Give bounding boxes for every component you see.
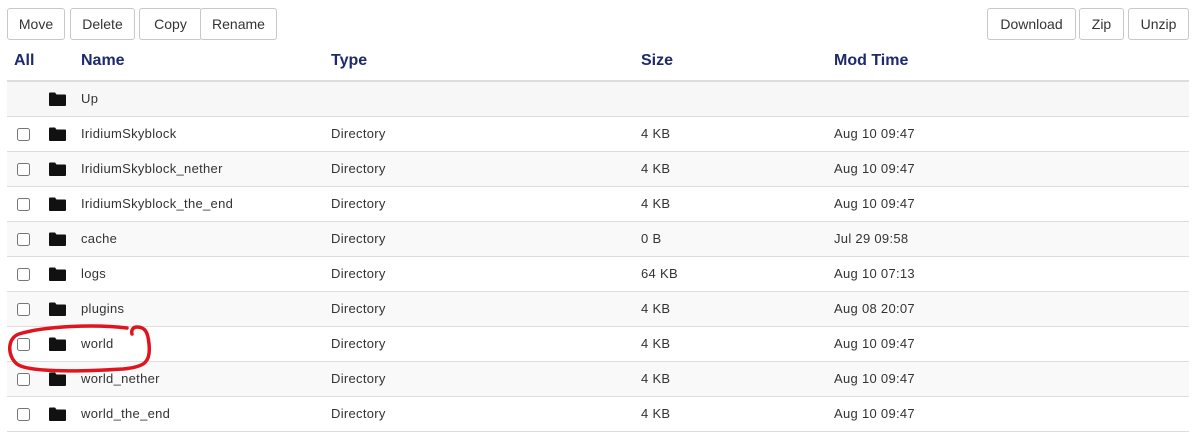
- folder-icon: [49, 127, 66, 141]
- row-checkbox[interactable]: [17, 268, 30, 281]
- folder-icon: [49, 197, 66, 211]
- toolbar: Move Delete Copy Rename Download Zip Unz…: [7, 8, 1189, 42]
- file-mod-time: Aug 10 09:47: [834, 371, 915, 386]
- row-checkbox[interactable]: [17, 198, 30, 211]
- folder-icon: [49, 162, 66, 176]
- file-name[interactable]: logs: [81, 257, 106, 291]
- file-mod-time: Aug 10 09:47: [834, 336, 915, 351]
- file-table: All Name Type Size Mod Time Up IridiumSk…: [7, 45, 1189, 432]
- row-checkbox[interactable]: [17, 233, 30, 246]
- file-type: Directory: [331, 266, 386, 281]
- name-column-header[interactable]: Name: [81, 52, 125, 70]
- copy-button[interactable]: Copy: [139, 8, 202, 40]
- folder-icon: [49, 232, 66, 246]
- download-button[interactable]: Download: [987, 8, 1076, 40]
- file-type: Directory: [331, 301, 386, 316]
- folder-icon: [49, 302, 66, 316]
- size-column-header[interactable]: Size: [641, 52, 673, 70]
- file-size: 0 B: [641, 231, 662, 246]
- file-type: Directory: [331, 406, 386, 421]
- row-checkbox[interactable]: [17, 373, 30, 386]
- file-rows: IridiumSkyblock Directory 4 KB Aug 10 09:47…: [7, 117, 1189, 432]
- file-name[interactable]: IridiumSkyblock_nether: [81, 152, 223, 186]
- folder-icon: [49, 372, 66, 386]
- table-row[interactable]: IridiumSkyblock Directory 4 KB Aug 10 09:47: [7, 117, 1189, 152]
- folder-icon: [49, 407, 66, 421]
- table-header: All Name Type Size Mod Time: [7, 45, 1189, 82]
- table-row[interactable]: logs Directory 64 KB Aug 10 07:13: [7, 257, 1189, 292]
- row-checkbox[interactable]: [17, 128, 30, 141]
- file-name[interactable]: cache: [81, 222, 117, 256]
- file-size: 4 KB: [641, 301, 671, 316]
- file-name[interactable]: world_nether: [81, 362, 160, 396]
- row-checkbox[interactable]: [17, 303, 30, 316]
- mod-time-column-header[interactable]: Mod Time: [834, 52, 908, 70]
- select-all-header[interactable]: All: [14, 52, 34, 70]
- parent-directory-row[interactable]: Up: [7, 82, 1189, 117]
- file-size: 4 KB: [641, 371, 671, 386]
- table-row[interactable]: IridiumSkyblock_nether Directory 4 KB Aug 1…: [7, 152, 1189, 187]
- file-mod-time: Aug 10 09:47: [834, 406, 915, 421]
- file-size: 4 KB: [641, 406, 671, 421]
- file-size: 4 KB: [641, 126, 671, 141]
- table-row[interactable]: cache Directory 0 B Jul 29 09:58: [7, 222, 1189, 257]
- row-checkbox[interactable]: [17, 163, 30, 176]
- file-size: 4 KB: [641, 196, 671, 211]
- file-type: Directory: [331, 196, 386, 211]
- file-size: 4 KB: [641, 336, 671, 351]
- file-name[interactable]: world: [81, 327, 114, 361]
- file-name[interactable]: IridiumSkyblock_the_end: [81, 187, 233, 221]
- table-row[interactable]: IridiumSkyblock_the_end Directory 4 KB Aug …: [7, 187, 1189, 222]
- table-row[interactable]: world Directory 4 KB Aug 10 09:47: [7, 327, 1189, 362]
- file-mod-time: Jul 29 09:58: [834, 231, 909, 246]
- file-mod-time: Aug 10 09:47: [834, 126, 915, 141]
- file-name[interactable]: plugins: [81, 292, 124, 326]
- folder-icon: [49, 92, 66, 106]
- table-row[interactable]: world_nether Directory 4 KB Aug 10 09:47: [7, 362, 1189, 397]
- file-mod-time: Aug 10 09:47: [834, 161, 915, 176]
- file-name[interactable]: IridiumSkyblock: [81, 117, 177, 151]
- file-type: Directory: [331, 336, 386, 351]
- type-column-header[interactable]: Type: [331, 52, 367, 70]
- folder-icon: [49, 267, 66, 281]
- file-mod-time: Aug 10 07:13: [834, 266, 915, 281]
- delete-button[interactable]: Delete: [70, 8, 135, 40]
- table-row[interactable]: world_the_end Directory 4 KB Aug 10 09:47: [7, 397, 1189, 432]
- row-checkbox[interactable]: [17, 408, 30, 421]
- rename-button[interactable]: Rename: [200, 8, 277, 40]
- row-checkbox[interactable]: [17, 338, 30, 351]
- file-type: Directory: [331, 231, 386, 246]
- file-type: Directory: [331, 126, 386, 141]
- file-size: 64 KB: [641, 266, 678, 281]
- file-type: Directory: [331, 371, 386, 386]
- zip-button[interactable]: Zip: [1079, 8, 1124, 40]
- move-button[interactable]: Move: [7, 8, 65, 40]
- table-row[interactable]: plugins Directory 4 KB Aug 08 20:07: [7, 292, 1189, 327]
- up-link[interactable]: Up: [81, 82, 98, 116]
- folder-icon: [49, 337, 66, 351]
- unzip-button[interactable]: Unzip: [1128, 8, 1189, 40]
- file-size: 4 KB: [641, 161, 671, 176]
- file-mod-time: Aug 08 20:07: [834, 301, 915, 316]
- file-name[interactable]: world_the_end: [81, 397, 170, 431]
- file-mod-time: Aug 10 09:47: [834, 196, 915, 211]
- file-manager: Move Delete Copy Rename Download Zip Unz…: [0, 0, 1202, 432]
- file-type: Directory: [331, 161, 386, 176]
